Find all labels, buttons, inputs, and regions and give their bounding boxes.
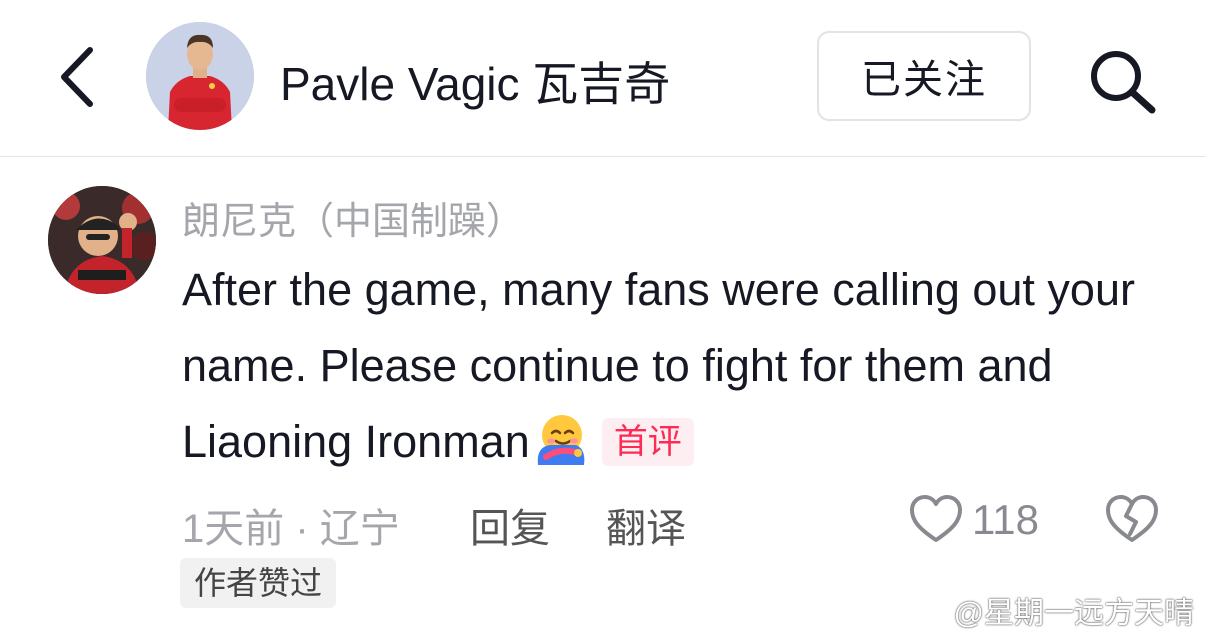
commenter-avatar-image: [48, 186, 156, 294]
first-comment-badge: 首评: [601, 418, 694, 466]
profile-avatar[interactable]: [146, 22, 254, 130]
heart-icon: [910, 495, 962, 542]
back-button[interactable]: [52, 42, 104, 112]
dislike-button[interactable]: [1104, 494, 1160, 546]
player-avatar-image: [146, 22, 254, 130]
profile-name[interactable]: Pavle Vagic 瓦吉奇: [280, 48, 670, 114]
author-liked-tag: 作者赞过: [180, 558, 337, 608]
comment-page: Pavle Vagic 瓦吉奇 已关注 朗尼克（中国制躁） After the …: [0, 0, 1206, 635]
watermark-text: @星期一远方天晴: [953, 597, 1194, 630]
hug-emoji-icon: [532, 412, 588, 465]
comment-body: After the game, many fans were calling o…: [182, 252, 1142, 480]
following-button[interactable]: 已关注: [817, 31, 1031, 121]
commenter-avatar[interactable]: [48, 186, 156, 294]
comment-time-location: 1天前 · 辽宁: [182, 507, 400, 551]
chevron-left-icon: [61, 47, 93, 107]
watermark: @星期一远方天晴: [906, 588, 1194, 632]
header-bar: Pavle Vagic 瓦吉奇 已关注: [0, 0, 1206, 157]
commenter-username[interactable]: 朗尼克（中国制躁）: [182, 190, 524, 245]
reply-button[interactable]: 回复: [470, 496, 550, 554]
broken-heart-icon: [1106, 495, 1158, 542]
translate-button[interactable]: 翻译: [606, 496, 686, 554]
search-icon: [1091, 51, 1156, 114]
like-count: 118: [972, 496, 1039, 543]
search-button[interactable]: [1084, 46, 1160, 114]
like-button[interactable]: [908, 494, 964, 546]
weibo-icon: [907, 593, 950, 626]
